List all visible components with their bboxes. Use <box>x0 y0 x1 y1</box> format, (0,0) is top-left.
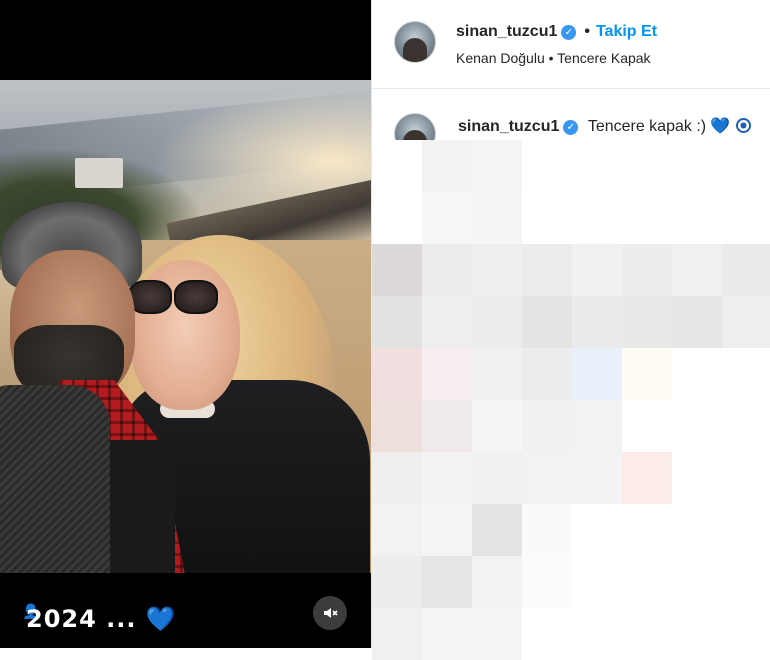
avatar[interactable] <box>394 21 436 63</box>
mute-button[interactable] <box>313 596 347 630</box>
caption-bar: 👤 2024 ... 💙 <box>0 573 371 648</box>
caption-comment: sinan_tuzcu1 ✓ Tencere kapak :) 💙 <box>458 116 752 136</box>
caption-text: 2024 ... <box>26 605 137 633</box>
post-media[interactable]: 👤 2024 ... 💙 <box>0 0 371 648</box>
post-header: sinan_tuzcu1 ✓ • Takip Et Kenan Doğulu • Te… <box>372 0 770 89</box>
sunglasses <box>128 280 218 314</box>
verified-icon: ✓ <box>563 120 579 135</box>
post-caption: 2024 ... 💙 <box>26 605 177 633</box>
speaker-muted-icon <box>324 608 338 618</box>
lens-right <box>174 280 218 314</box>
nazar-eye-emoji <box>736 118 752 133</box>
verified-icon: ✓ <box>561 25 577 40</box>
pixelated-comments-area <box>372 140 770 660</box>
audio-track[interactable]: Kenan Doğulu • Tencere Kapak <box>456 50 651 66</box>
follow-button[interactable]: Takip Et <box>596 23 657 40</box>
header-username[interactable]: sinan_tuzcu1 <box>456 23 557 40</box>
post-photo <box>0 80 371 573</box>
blue-heart-emoji: 💙 <box>710 118 731 135</box>
dot-separator: • <box>584 23 590 40</box>
header-user-row: sinan_tuzcu1 ✓ • Takip Et <box>456 23 657 41</box>
man-sweater <box>0 385 110 573</box>
blue-heart-emoji: 💙 <box>145 605 177 633</box>
comments-panel: sinan_tuzcu1 ✓ • Takip Et Kenan Doğulu • Te… <box>371 0 770 660</box>
comment-text: Tencere kapak :) <box>587 118 707 135</box>
comment-username[interactable]: sinan_tuzcu1 <box>458 118 559 135</box>
building <box>75 158 123 188</box>
